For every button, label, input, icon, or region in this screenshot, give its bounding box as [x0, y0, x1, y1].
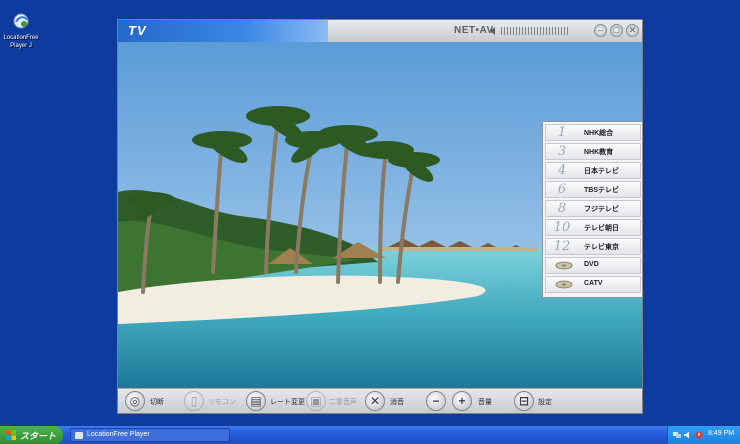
channel-item-3[interactable]: 3 NHK教育 [545, 143, 641, 160]
dual-audio-button[interactable]: ▣ [306, 391, 326, 411]
title-bar[interactable]: TV NET•AV – □ ✕ [118, 20, 642, 42]
windows-flag-icon [6, 430, 16, 440]
desktop-icon-locationfree[interactable]: LocationFree Player J [2, 10, 40, 50]
remote-button[interactable]: ▯ [184, 391, 204, 411]
channel-number: 6 [557, 182, 567, 197]
channel-name: 日本テレビ [584, 168, 619, 175]
channel-name: テレビ朝日 [584, 225, 619, 232]
minimize-icon: – [597, 25, 603, 35]
volume-down-button[interactable]: − [426, 391, 446, 411]
input-name: DVD [584, 261, 599, 268]
power-button[interactable]: ◎ [125, 391, 145, 411]
control-toolbar: ◎ 切断 ▯ リモコン ▤ レート変更 ▣ 二重音声 ✕ 消音 − + 音量 ⊟… [118, 388, 642, 413]
channel-number: 12 [553, 239, 571, 254]
volume-up-button[interactable]: + [452, 391, 472, 411]
mute-label: 消音 [390, 399, 404, 406]
channel-name: テレビ東京 [584, 244, 619, 251]
minimize-button[interactable]: – [594, 24, 607, 37]
volume-slider[interactable] [501, 27, 569, 35]
plus-icon: + [458, 394, 466, 408]
mode-tab: TV [118, 20, 328, 42]
dual-audio-icon: ▣ [310, 394, 322, 408]
remote-icon: ▯ [190, 394, 198, 408]
system-tray: 8:49 PM [667, 426, 740, 444]
network-icon[interactable] [673, 431, 681, 439]
channel-number: 3 [557, 144, 567, 159]
taskbar: スタート LocationFree Player 8:49 PM [0, 426, 740, 444]
channel-item-12[interactable]: 12 テレビ東京 [545, 238, 641, 255]
volume-label: 音量 [478, 399, 492, 406]
channel-item-1[interactable]: 1 NHK総合 [545, 124, 641, 141]
mute-icon: ✕ [369, 394, 381, 408]
channel-name: NHK総合 [584, 130, 614, 137]
app-icon [75, 432, 83, 439]
dual-audio-label: 二重音声 [329, 399, 357, 406]
channel-number: 10 [553, 220, 571, 235]
start-label: スタート [20, 431, 57, 441]
speaker-icon [490, 27, 495, 35]
clock: 8:49 PM [708, 430, 735, 437]
security-icon[interactable] [695, 431, 703, 439]
channel-number: 4 [557, 163, 567, 178]
channel-number: 1 [557, 125, 567, 140]
disc-icon [555, 280, 573, 289]
disc-icon [555, 261, 573, 270]
input-item-catv[interactable]: CATV [545, 276, 641, 293]
input-item-dvd[interactable]: DVD [545, 257, 641, 274]
input-name: CATV [584, 280, 603, 287]
player-window: TV NET•AV – □ ✕ 1 NHK総合 3 NHK教育 4 日本テレビ … [117, 19, 643, 414]
rate-change-label: レート変更 [270, 399, 305, 406]
minus-icon: − [432, 394, 440, 408]
mode-title: TV [128, 23, 147, 38]
settings-button[interactable]: ⊟ [514, 391, 534, 411]
start-button[interactable]: スタート [0, 426, 63, 444]
rate-icon: ▤ [250, 394, 262, 408]
channel-item-10[interactable]: 10 テレビ朝日 [545, 219, 641, 236]
channel-name: フジテレビ [584, 206, 619, 213]
channel-panel: 1 NHK総合 3 NHK教育 4 日本テレビ 6 TBSテレビ 8 フジテレビ… [542, 121, 643, 298]
power-label: 切断 [150, 399, 164, 406]
globe-icon: ◎ [129, 394, 141, 408]
mute-button[interactable]: ✕ [365, 391, 385, 411]
desktop-icon-label: LocationFree Player J [3, 35, 39, 49]
channel-item-4[interactable]: 4 日本テレビ [545, 162, 641, 179]
volume-tray-icon[interactable] [684, 431, 692, 439]
close-icon: ✕ [628, 25, 637, 35]
close-button[interactable]: ✕ [626, 24, 639, 37]
maximize-button[interactable]: □ [610, 24, 623, 37]
channel-number: 8 [557, 201, 567, 216]
channel-item-8[interactable]: 8 フジテレビ [545, 200, 641, 217]
brand-logo: NET•AV [454, 25, 494, 36]
settings-label: 設定 [538, 399, 552, 406]
toolbox-icon: ⊟ [518, 394, 530, 408]
locationfree-app-icon [10, 10, 32, 32]
rate-change-button[interactable]: ▤ [246, 391, 266, 411]
channel-name: TBSテレビ [584, 187, 619, 194]
remote-label: リモコン [208, 399, 236, 406]
channel-name: NHK教育 [584, 149, 614, 156]
taskbar-item-locationfree[interactable]: LocationFree Player [70, 428, 230, 442]
maximize-icon: □ [613, 25, 620, 35]
taskbar-item-label: LocationFree Player [87, 431, 150, 438]
channel-item-6[interactable]: 6 TBSテレビ [545, 181, 641, 198]
